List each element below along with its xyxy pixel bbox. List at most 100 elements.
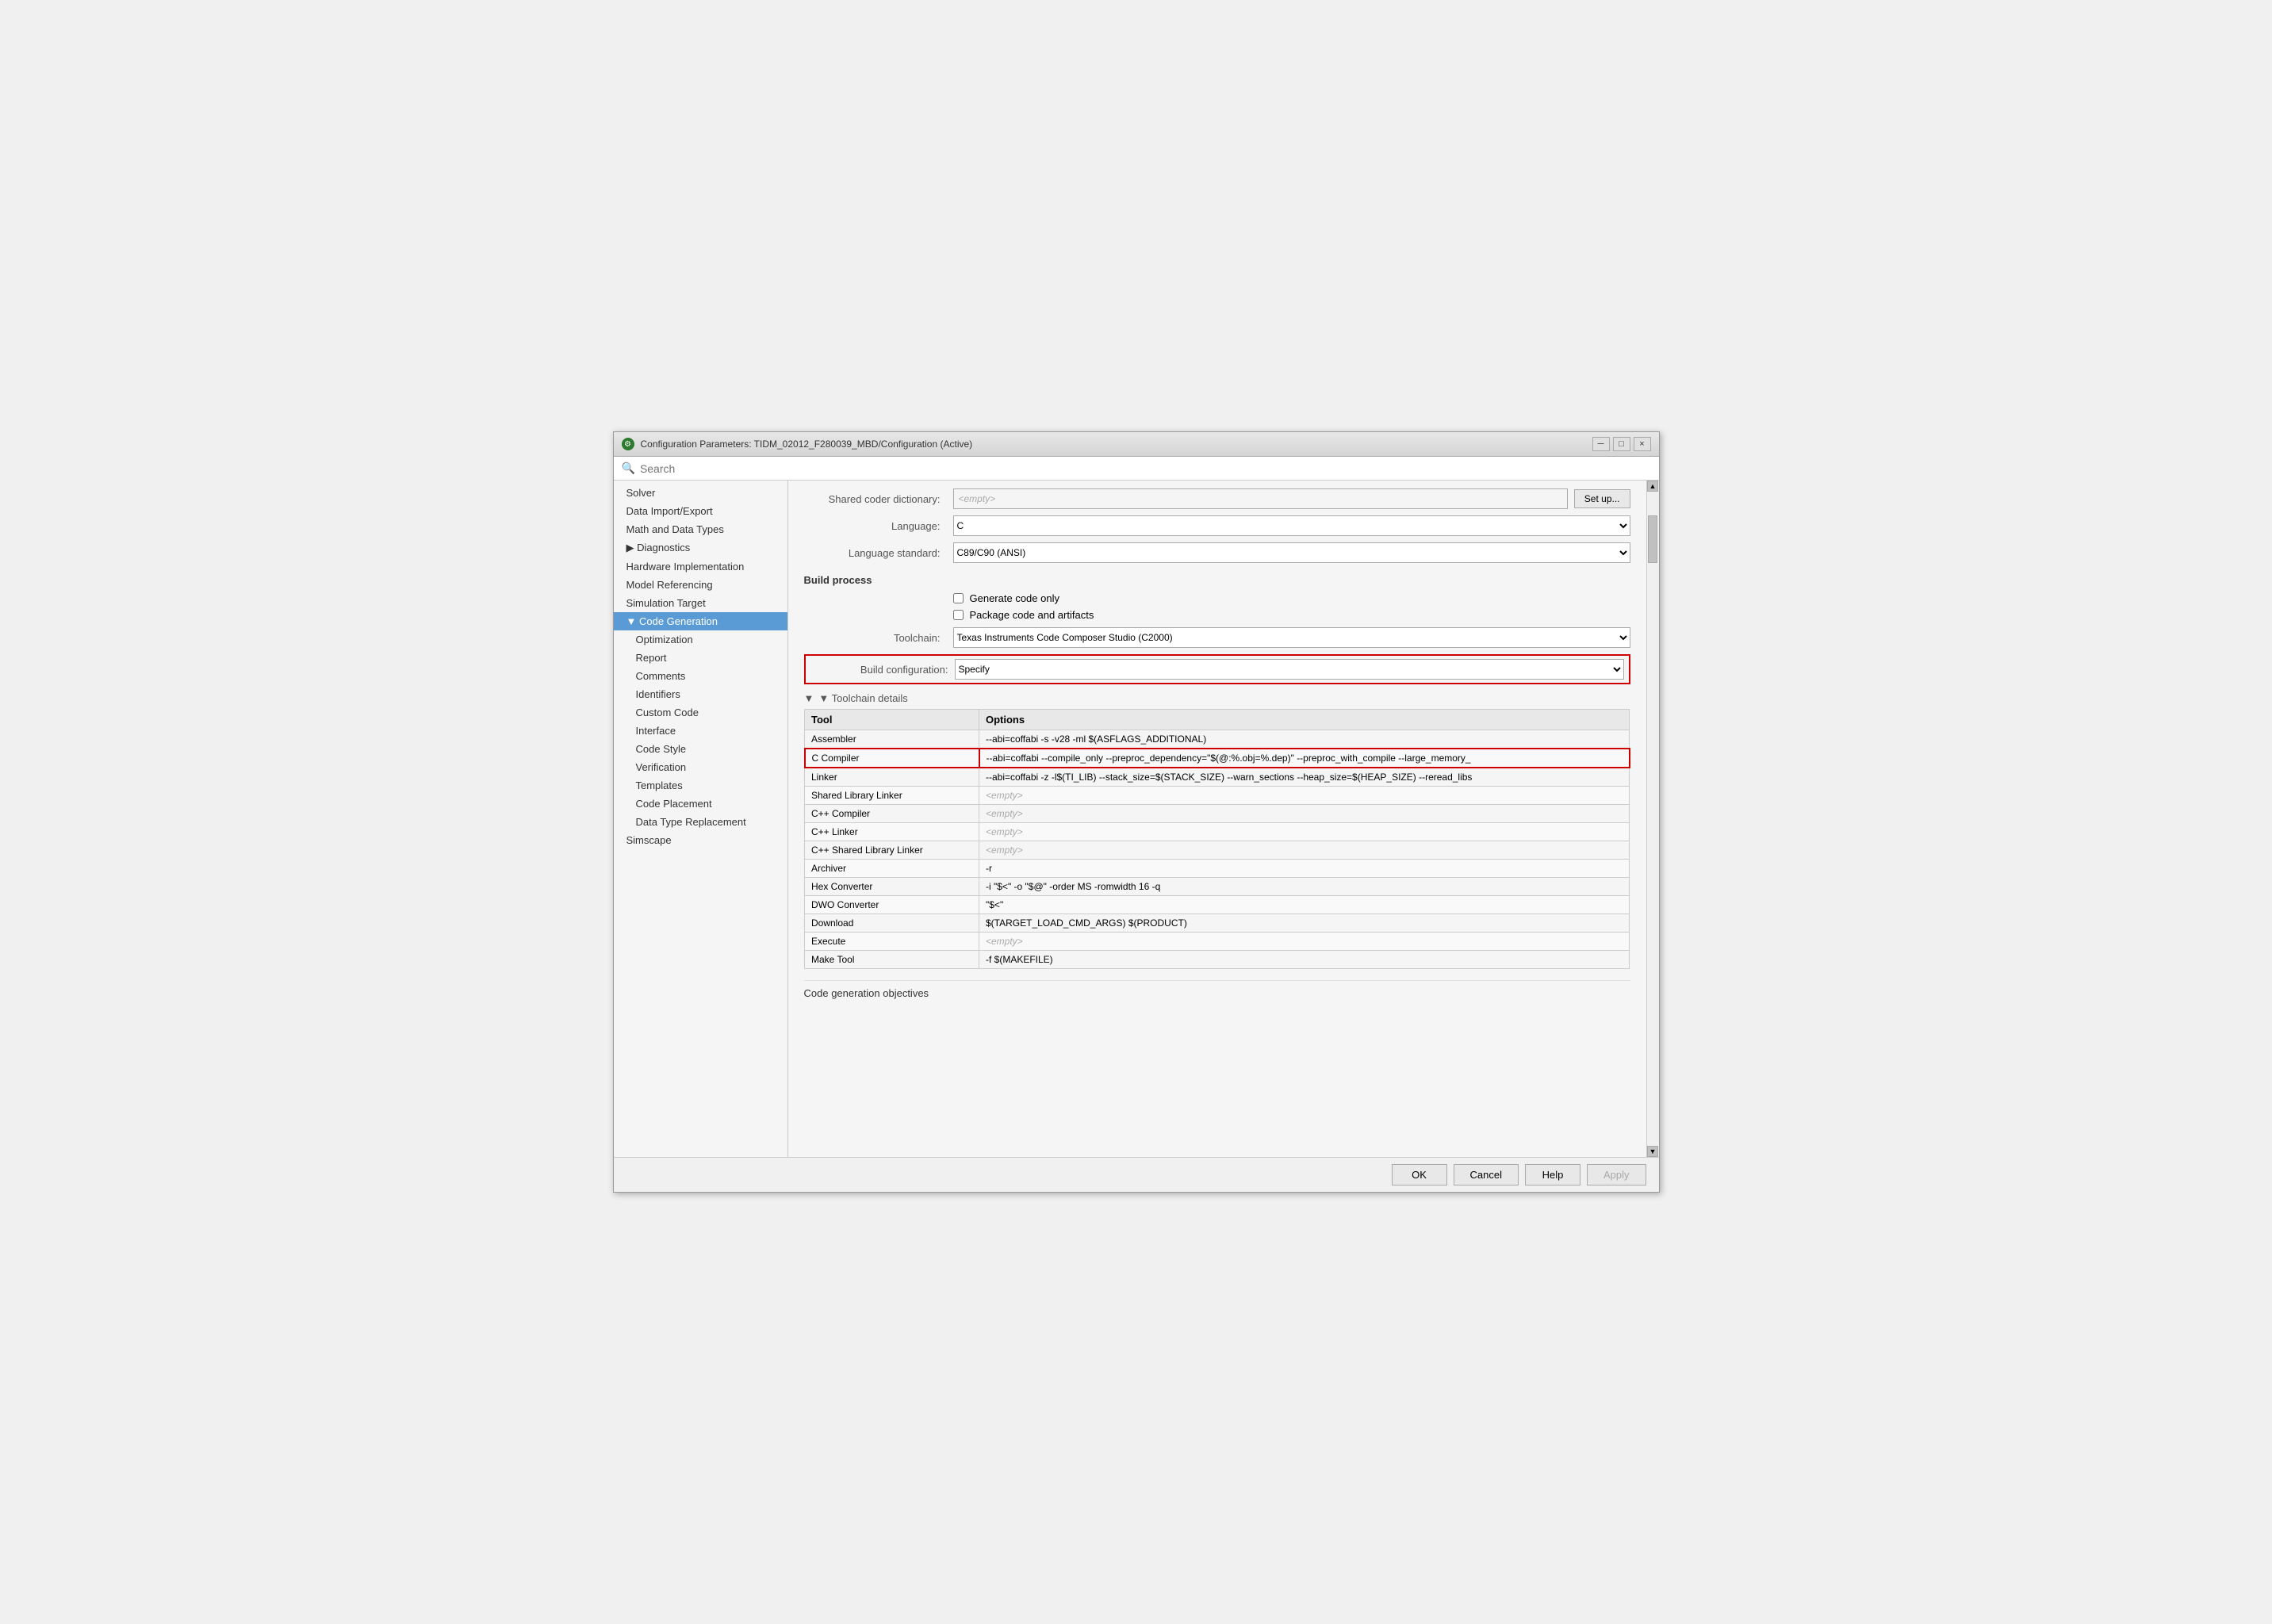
sidebar-item-math[interactable]: Math and Data Types [614, 520, 787, 538]
options-cell[interactable]: -r [979, 860, 1630, 878]
options-cell[interactable]: --abi=coffabi -z -l$(TI_LIB) --stack_siz… [979, 768, 1630, 787]
title-bar: ⚙ Configuration Parameters: TIDM_02012_F… [614, 432, 1659, 457]
sidebar: Solver Data Import/Export Math and Data … [614, 481, 788, 1157]
options-cell[interactable]: <empty> [979, 933, 1630, 951]
col-options: Options [979, 710, 1630, 730]
sidebar-item-interface[interactable]: Interface [614, 722, 787, 740]
sidebar-item-identifiers[interactable]: Identifiers [614, 685, 787, 703]
tool-cell: C++ Linker [805, 823, 979, 841]
language-select[interactable]: C [953, 515, 1630, 536]
sidebar-item-custom-code[interactable]: Custom Code [614, 703, 787, 722]
shared-coder-input[interactable] [953, 488, 1568, 509]
toolchain-select[interactable]: Texas Instruments Code Composer Studio (… [953, 627, 1630, 648]
package-code-checkbox[interactable] [953, 610, 964, 620]
main-with-scroll: Shared coder dictionary: Set up... Langu… [788, 481, 1659, 1157]
main-window: ⚙ Configuration Parameters: TIDM_02012_F… [613, 431, 1660, 1193]
sidebar-item-code-gen[interactable]: ▼ Code Generation [614, 612, 787, 630]
sidebar-item-model-ref[interactable]: Model Referencing [614, 576, 787, 594]
title-bar-left: ⚙ Configuration Parameters: TIDM_02012_F… [622, 438, 973, 450]
setup-button[interactable]: Set up... [1574, 489, 1630, 508]
apply-button[interactable]: Apply [1587, 1164, 1646, 1185]
sidebar-item-simscape[interactable]: Simscape [614, 831, 787, 849]
sidebar-item-solver[interactable]: Solver [614, 484, 787, 502]
sidebar-item-verification[interactable]: Verification [614, 758, 787, 776]
options-cell[interactable]: -i "$<" -o "$@" -order MS -romwidth 16 -… [979, 878, 1630, 896]
sidebar-item-report[interactable]: Report [614, 649, 787, 667]
sidebar-item-templates[interactable]: Templates [614, 776, 787, 795]
sidebar-item-diagnostics[interactable]: ▶ Diagnostics [614, 538, 787, 557]
tool-cell: C Compiler [805, 749, 979, 768]
table-row: Archiver-r [805, 860, 1630, 878]
tool-cell: Make Tool [805, 951, 979, 969]
col-tool: Tool [805, 710, 979, 730]
content-area: Solver Data Import/Export Math and Data … [614, 481, 1659, 1157]
tool-cell: Assembler [805, 730, 979, 749]
window-title: Configuration Parameters: TIDM_02012_F28… [641, 439, 973, 450]
tool-cell: Shared Library Linker [805, 787, 979, 805]
cancel-button[interactable]: Cancel [1454, 1164, 1519, 1185]
help-button[interactable]: Help [1525, 1164, 1580, 1185]
sidebar-item-data-type-rep[interactable]: Data Type Replacement [614, 813, 787, 831]
toolchain-details-section: ▼ ▼ Toolchain details Tool Options Assem… [804, 692, 1630, 969]
sidebar-item-code-placement[interactable]: Code Placement [614, 795, 787, 813]
options-cell[interactable]: --abi=coffabi -s -v28 -ml $(ASFLAGS_ADDI… [979, 730, 1630, 749]
search-input[interactable] [640, 462, 1651, 475]
language-row: Language: C [804, 515, 1630, 536]
options-cell[interactable]: $(TARGET_LOAD_CMD_ARGS) $(PRODUCT) [979, 914, 1630, 933]
language-label: Language: [804, 520, 947, 532]
toolchain-details-title: ▼ ▼ Toolchain details [804, 692, 1630, 704]
options-cell[interactable]: -f $(MAKEFILE) [979, 951, 1630, 969]
scroll-thumb[interactable] [1648, 515, 1657, 563]
table-row: C++ Linker<empty> [805, 823, 1630, 841]
generate-code-checkbox[interactable] [953, 593, 964, 603]
table-row: Download$(TARGET_LOAD_CMD_ARGS) $(PRODUC… [805, 914, 1630, 933]
table-row: Shared Library Linker<empty> [805, 787, 1630, 805]
tool-cell: Hex Converter [805, 878, 979, 896]
app-icon: ⚙ [622, 438, 634, 450]
scroll-down-btn[interactable]: ▼ [1647, 1146, 1658, 1157]
ok-button[interactable]: OK [1392, 1164, 1447, 1185]
generate-code-row: Generate code only [804, 592, 1630, 604]
right-scrollbar[interactable]: ▲ ▼ [1646, 481, 1659, 1157]
tool-cell: Download [805, 914, 979, 933]
build-config-row: Build configuration: Specify [804, 654, 1630, 684]
minimize-button[interactable]: ─ [1592, 437, 1610, 451]
sidebar-item-hardware[interactable]: Hardware Implementation [614, 557, 787, 576]
tool-cell: C++ Compiler [805, 805, 979, 823]
sidebar-item-optimization[interactable]: Optimization [614, 630, 787, 649]
options-cell[interactable]: <empty> [979, 841, 1630, 860]
language-standard-select[interactable]: C89/C90 (ANSI) [953, 542, 1630, 563]
sidebar-item-code-style[interactable]: Code Style [614, 740, 787, 758]
scroll-up-btn[interactable]: ▲ [1647, 481, 1658, 492]
table-row: Linker--abi=coffabi -z -l$(TI_LIB) --sta… [805, 768, 1630, 787]
search-icon: 🔍 [622, 462, 635, 475]
toolchain-collapse-icon[interactable]: ▼ [804, 692, 814, 704]
generate-code-label: Generate code only [970, 592, 1059, 604]
build-process-header: Build process [804, 574, 1630, 586]
sidebar-item-sim-target[interactable]: Simulation Target [614, 594, 787, 612]
main-scroll-area: Shared coder dictionary: Set up... Langu… [788, 481, 1646, 1157]
toolchain-table: Tool Options Assembler--abi=coffabi -s -… [804, 709, 1630, 969]
sidebar-item-comments[interactable]: Comments [614, 667, 787, 685]
options-cell[interactable]: <empty> [979, 823, 1630, 841]
options-cell[interactable]: --abi=coffabi --compile_only --preproc_d… [979, 749, 1630, 768]
options-cell[interactable]: <empty> [979, 787, 1630, 805]
code-gen-objectives: Code generation objectives [804, 980, 1630, 999]
tool-cell: Execute [805, 933, 979, 951]
options-cell[interactable]: <empty> [979, 805, 1630, 823]
maximize-button[interactable]: □ [1613, 437, 1630, 451]
language-standard-label: Language standard: [804, 547, 947, 559]
close-button[interactable]: × [1634, 437, 1651, 451]
sidebar-item-data-import[interactable]: Data Import/Export [614, 502, 787, 520]
package-code-row: Package code and artifacts [804, 609, 1630, 621]
table-row: C++ Compiler<empty> [805, 805, 1630, 823]
table-row: DWO Converter"$<" [805, 896, 1630, 914]
search-bar: 🔍 [614, 457, 1659, 481]
table-row: Execute<empty> [805, 933, 1630, 951]
build-config-select[interactable]: Specify [955, 659, 1624, 680]
table-row: Assembler--abi=coffabi -s -v28 -ml $(ASF… [805, 730, 1630, 749]
package-code-label: Package code and artifacts [970, 609, 1094, 621]
tool-cell: Archiver [805, 860, 979, 878]
build-config-label: Build configuration: [810, 664, 948, 676]
options-cell[interactable]: "$<" [979, 896, 1630, 914]
